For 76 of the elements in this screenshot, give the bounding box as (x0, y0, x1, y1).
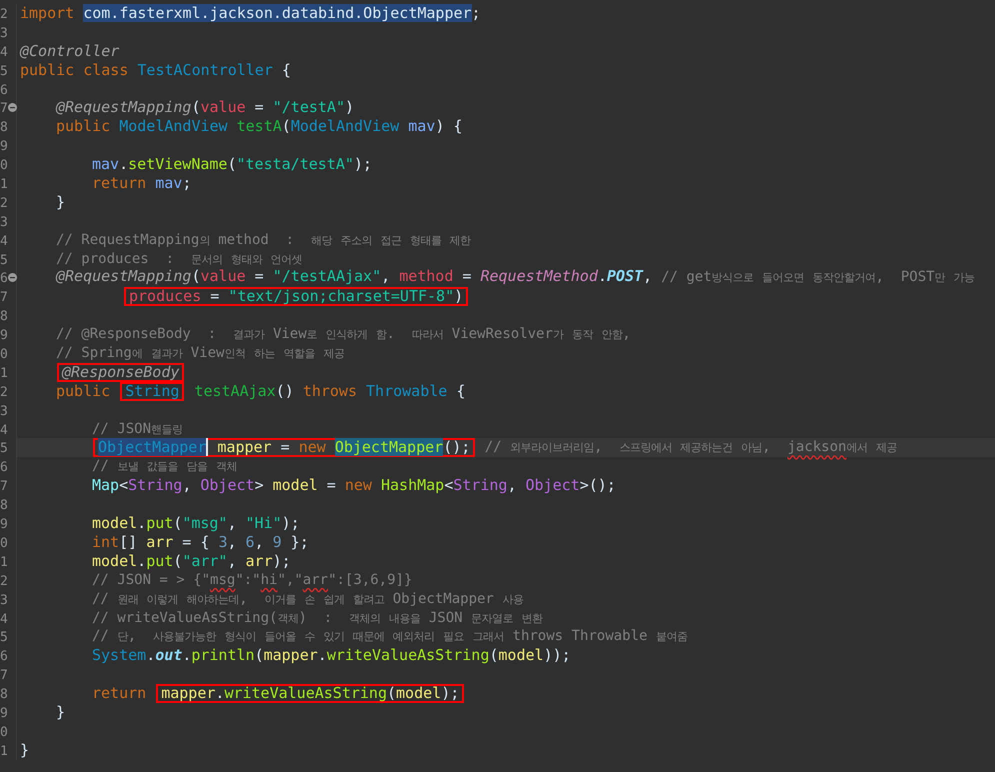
code-text: // JSON핸들링 (92, 420, 183, 439)
line-number: 7 (0, 478, 8, 496)
code-text: return mav; (92, 174, 192, 193)
line-number: 5 (0, 629, 8, 648)
highlight-box: @ResponseBody (57, 362, 184, 382)
collapse-icon[interactable] (8, 103, 17, 112)
code-text: // 외부라이브러리임, 스프링에서 제공하는건 아님, jackson에서 제공 (484, 438, 897, 458)
code-text: // Spring에 결과가 View인척 하는 역할을 제공 (56, 344, 344, 364)
line-number: 1 (0, 554, 8, 572)
line-number: 8 (0, 497, 8, 516)
code-text: public ModelAndView testA(ModelAndView mav) { (56, 117, 462, 136)
code-text: @RequestMapping(value = "/testA") (56, 98, 354, 118)
line-number: 1 (0, 742, 8, 761)
line-number: 2 (0, 384, 8, 402)
code-text: @Controller (20, 42, 120, 61)
code-text: public (56, 382, 112, 401)
code-text: // RequestMapping의 method : 해당 주소의 접근 형태를 제한 (56, 230, 471, 250)
code-text: Map<String, Object> model = new HashMap<String, Object>(); (92, 476, 616, 496)
line-number: 1 (0, 176, 8, 194)
line-number: 4 (0, 422, 8, 440)
line-number: 8 (0, 308, 8, 326)
code-text: // @ResponseBody : 결과가 View로 인식하게 함. 따라서 ViewResolver가 동작 안함, (56, 325, 631, 344)
line-number: 8 (0, 119, 8, 138)
line-number: 7 (0, 289, 8, 308)
code-text: } (20, 740, 30, 760)
line-number: 0 (0, 157, 8, 176)
line-number: 9 (0, 327, 8, 346)
line-number: 3 (0, 24, 8, 43)
code-text: // 단, 사용불가능한 형식이 들어올 수 있기 때문에 예외처리 필요 그래서 throws Throwable 붙여줌 (92, 627, 688, 646)
code-text: System.out.println(mapper.writeValueAsString(model)); (92, 646, 571, 666)
line-number: 3 (0, 214, 8, 232)
line-number: 4 (0, 610, 8, 628)
line-number: 4 (0, 44, 8, 62)
code-text: // writeValueAsString(객체) : 객체의 내용을 JSON 문자열로 변환 (92, 608, 542, 628)
line-number: 1 (0, 364, 8, 383)
code-text: } (56, 702, 66, 722)
line-number: 7 (0, 100, 8, 118)
code-text: return (92, 684, 148, 703)
line-number: 6 (0, 648, 8, 666)
highlight-box: mapper.writeValueAsString(model); (156, 684, 464, 704)
code-text: // 원래 이렇게 해야하는데, 이거를 손 쉽게 할려고 ObjectMapper 사용 (92, 590, 524, 609)
line-number: 9 (0, 138, 8, 156)
code-text: // 보낼 값들을 담을 객체 (92, 457, 238, 476)
line-number: 6 (0, 82, 8, 100)
line-number: 0 (0, 534, 8, 553)
collapse-icon[interactable] (8, 273, 17, 282)
code-text: testAAjax() throws Throwable { (193, 382, 466, 401)
line-number: 7 (0, 667, 8, 686)
line-number: 5 (0, 252, 8, 270)
line-number: 2 (0, 572, 8, 591)
line-number: 6 (0, 270, 8, 288)
code-text: model.put("arr", arr); (92, 552, 291, 571)
line-number: 0 (0, 724, 8, 742)
line-number: 5 (0, 62, 8, 81)
line-number: 8 (0, 686, 8, 704)
line-number: 5 (0, 440, 8, 458)
code-text: } (56, 192, 66, 212)
code-text: // produces : 문서의 형태와 언어셋 (56, 250, 302, 269)
line-number: 9 (0, 704, 8, 723)
code-text: int[] arr = { 3, 6, 9 }; (92, 532, 309, 552)
highlight-box: String (120, 382, 184, 401)
line-number: 3 (0, 592, 8, 610)
line-number: 9 (0, 516, 8, 534)
highlight-box: ObjectMapper mapper = new ObjectMapper(); (93, 438, 476, 458)
code-text: model.put("msg", "Hi"); (92, 514, 300, 533)
code-text: // JSON = > {"msg":"hi","arr":[3,6,9]} (92, 571, 412, 590)
code-text: mav.setViewName("testa/testA"); (92, 155, 372, 174)
code-text: @RequestMapping(value = "/testAAjax", method = RequestMethod.POST, // get방식으로 들어오면 동작안할거여, POST만 가능 (56, 267, 974, 288)
code-text: public class TestAController { (20, 60, 291, 80)
line-number: 2 (0, 194, 8, 213)
line-number: 2 (0, 6, 8, 24)
line-number: 6 (0, 459, 8, 478)
line-number: 3 (0, 402, 8, 421)
line-number: 0 (0, 346, 8, 364)
highlight-box: produces = "text/json;charset=UTF-8") (124, 287, 468, 306)
line-number: 4 (0, 232, 8, 251)
